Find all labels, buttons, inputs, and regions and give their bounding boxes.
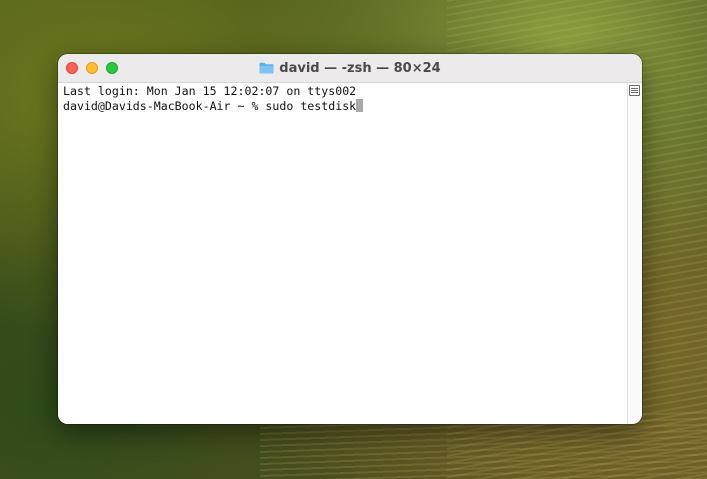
- terminal-line-login: Last login: Mon Jan 15 12:02:07 on ttys0…: [63, 84, 357, 98]
- window-title: david — -zsh — 80×24: [279, 60, 441, 76]
- terminal-window[interactable]: david — -zsh — 80×24 Last login: Mon Jan…: [58, 54, 642, 424]
- marks-icon[interactable]: [629, 85, 640, 96]
- window-titlebar[interactable]: david — -zsh — 80×24: [58, 54, 642, 83]
- folder-icon: [259, 62, 274, 74]
- window-title-group: david — -zsh — 80×24: [58, 54, 642, 82]
- terminal-line-prompt[interactable]: david@Davids-MacBook-Air ~ % sudo testdi…: [63, 99, 628, 114]
- scrollbar-track[interactable]: [627, 83, 642, 424]
- text-cursor: [356, 99, 364, 112]
- terminal-content[interactable]: Last login: Mon Jan 15 12:02:07 on ttys0…: [58, 83, 628, 424]
- terminal-prompt-text: david@Davids-MacBook-Air ~ % sudo testdi…: [63, 99, 357, 113]
